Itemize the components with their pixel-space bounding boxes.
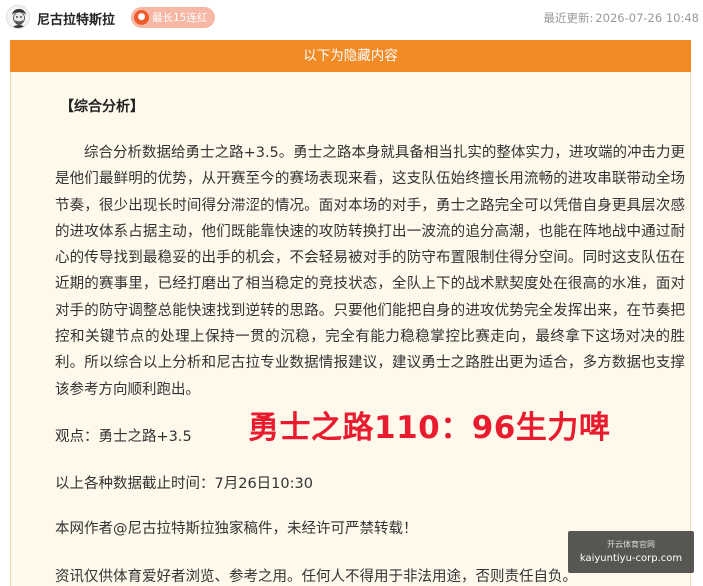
watermark-overlay: 开云体育官网 kaiyuntiyu-corp.com <box>568 531 694 573</box>
author-avatar[interactable] <box>6 5 30 29</box>
watermark-url: kaiyuntiyu-corp.com <box>579 553 683 564</box>
last-updated-label: 最近更新: <box>543 11 594 25</box>
author-name[interactable]: 尼古拉特斯拉 <box>37 9 115 28</box>
highlight-pick: 勇士之路110：96生力啤 <box>248 410 611 446</box>
viewpoint-text: 观点：勇士之路+3.5 <box>55 429 192 445</box>
watermark-title: 开云体育官网 <box>607 540 655 549</box>
analysis-paragraph: 综合分析数据给勇士之路+3.5。勇士之路本身就具备相当扎实的整体实力，进攻端的冲… <box>55 145 685 398</box>
last-updated: 最近更新: 2026-07-26 10:48 <box>541 10 699 26</box>
last-updated-time: 2026-07-26 10:48 <box>595 11 699 25</box>
hidden-content-banner: 以下为隐藏内容 <box>10 40 691 72</box>
streak-badge-text: 最长15连红 <box>152 12 208 24</box>
disclaimer-text: 资讯仅供体育爱好者浏览、参考之用。任何人不得用于非法用途，否则责任自负。 <box>55 569 577 585</box>
flame-icon: ● <box>134 10 149 25</box>
article-header: 尼古拉特斯拉 ● 最长15连红 最近更新: 2026-07-26 10:48 <box>0 0 703 36</box>
section-title: 【综合分析】 <box>60 99 144 115</box>
streak-badge: ● 最长15连红 <box>131 7 215 28</box>
copyright-notice: 本网作者@尼古拉特斯拉独家稿件，未经许可严禁转载！ <box>55 521 418 537</box>
portrait-icon <box>7 6 29 28</box>
data-cutoff-text: 以上各种数据截止时间：7月26日10:30 <box>55 476 313 492</box>
